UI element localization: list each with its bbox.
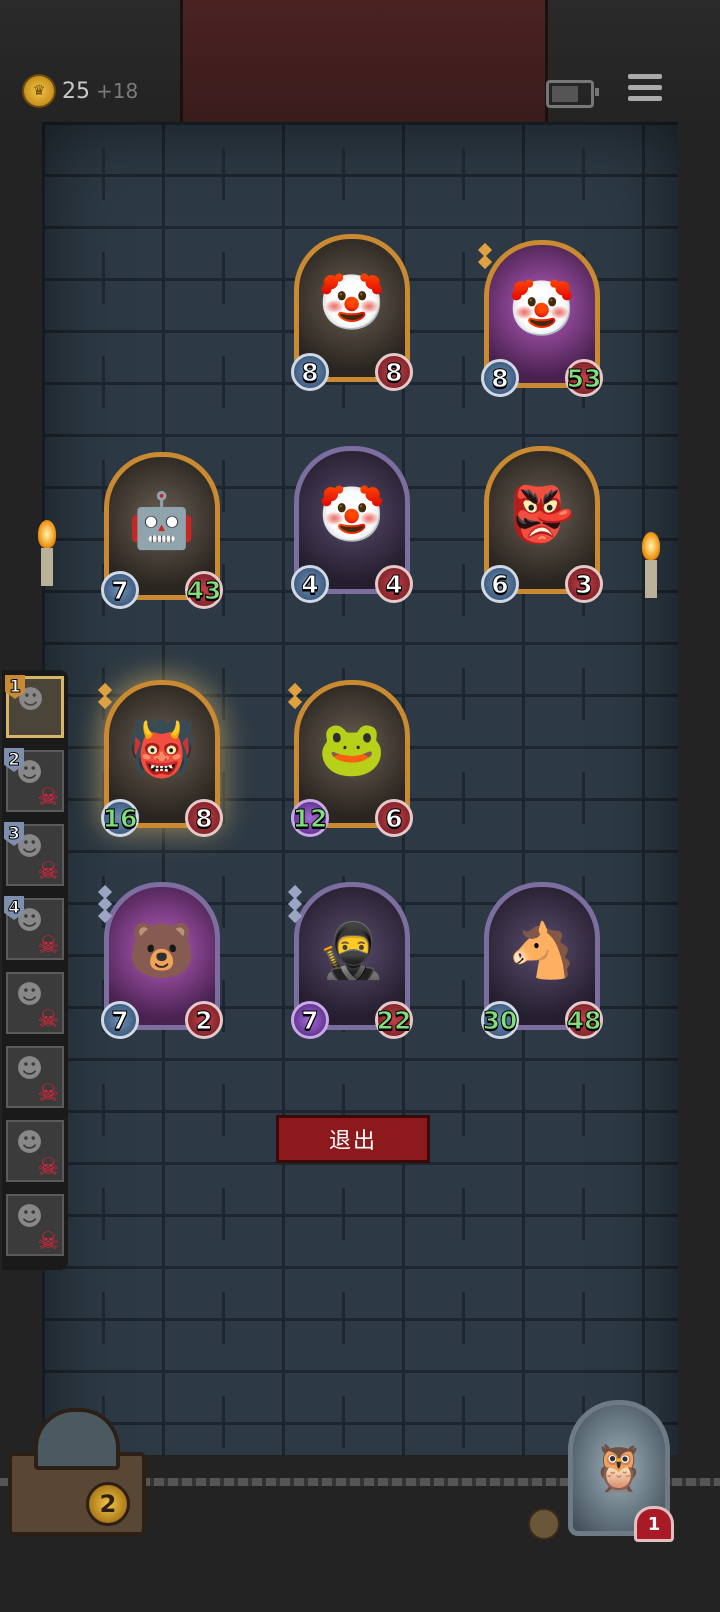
unit-card-frog[interactable]: 🐸 12 6 <box>287 680 413 837</box>
attack-stat: 30 <box>481 1001 519 1039</box>
unit-card-fire-bear[interactable]: 🐻 7 2 <box>97 882 223 1039</box>
skull-icon: ☠ <box>37 931 59 959</box>
skull-icon: ☠ <box>37 1079 59 1107</box>
clown-1-portrait-icon: 🤡 <box>318 271 386 334</box>
torch-right-icon <box>638 532 664 602</box>
exit-button[interactable]: 退出 <box>276 1115 430 1163</box>
health-stat: 43 <box>185 571 223 609</box>
opponent-slot[interactable]: ☻ ☠ <box>6 1194 64 1256</box>
battery-icon <box>546 80 599 108</box>
rank-gems <box>97 884 113 924</box>
torch-left-icon <box>34 520 60 590</box>
health-stat: 6 <box>375 799 413 837</box>
skull-icon: ☠ <box>37 1227 59 1255</box>
clown-2-portrait-icon: 🤡 <box>508 277 576 340</box>
attack-stat: 7 <box>101 1001 139 1039</box>
crown-coin-icon: ♛ <box>22 74 56 108</box>
rank-gems <box>287 884 303 924</box>
opponent-avatar-icon: ☻ <box>16 980 44 1010</box>
opponent-avatar-icon: ☻ <box>16 1128 44 1158</box>
unit-card-horse[interactable]: 🐴 30 48 <box>481 882 603 1039</box>
opponent-slot[interactable]: ☻ ☠ <box>6 972 64 1034</box>
opponent-slot[interactable]: ☻ ☠ <box>6 1046 64 1108</box>
opponent-slot[interactable]: ☻ 3 ☠ <box>4 822 64 886</box>
opponent-slot[interactable]: ☻ 4 ☠ <box>4 896 64 960</box>
rank-gems <box>97 682 113 710</box>
fire-bear-portrait-icon: 🐻 <box>128 919 196 982</box>
opponent-avatar-icon: ☻ <box>16 1202 44 1232</box>
attack-stat: 16 <box>101 799 139 837</box>
attack-stat: 8 <box>291 353 329 391</box>
attack-stat: 7 <box>101 571 139 609</box>
right-pillar <box>675 122 720 1542</box>
coin-display: ♛ 25 +18 <box>22 74 138 108</box>
coin-bonus: +18 <box>96 79 139 103</box>
health-stat: 8 <box>375 353 413 391</box>
beast-portrait-icon: 👹 <box>128 717 196 780</box>
unit-card-clown-3[interactable]: 🤡 4 4 <box>291 446 413 603</box>
robot-portrait-icon: 🤖 <box>128 489 196 552</box>
hero-health-badge: 1 <box>634 1506 674 1542</box>
health-stat: 48 <box>565 1001 603 1039</box>
attack-stat: 12 <box>291 799 329 837</box>
horse-portrait-icon: 🐴 <box>508 919 576 982</box>
health-stat: 4 <box>375 565 413 603</box>
coin-amount: 25 <box>62 78 90 104</box>
health-stat: 8 <box>185 799 223 837</box>
skull-icon: ☠ <box>37 1005 59 1033</box>
top-banner <box>180 0 548 122</box>
attack-stat: 7 <box>291 1001 329 1039</box>
health-stat: 53 <box>565 359 603 397</box>
opponent-slot[interactable]: ☻ 1 <box>5 675 64 738</box>
unit-card-clown-2[interactable]: 🤡 8 53 <box>477 240 603 397</box>
unit-card-masked[interactable]: 👺 6 3 <box>481 446 603 603</box>
skull-icon: ☠ <box>37 857 59 885</box>
chest[interactable]: 2 <box>8 1408 146 1536</box>
frog-portrait-icon: 🐸 <box>318 717 386 780</box>
health-stat: 2 <box>185 1001 223 1039</box>
skull-icon: ☠ <box>37 783 59 811</box>
rank-gems <box>287 682 303 710</box>
chest-lid <box>34 1408 120 1470</box>
attack-stat: 4 <box>291 565 329 603</box>
unit-card-beast[interactable]: 👹 16 8 <box>97 680 223 837</box>
attack-stat: 6 <box>481 565 519 603</box>
health-stat: 22 <box>375 1001 413 1039</box>
unit-card-clown-1[interactable]: 🤡 8 8 <box>291 234 413 391</box>
masked-portrait-icon: 👺 <box>508 483 576 546</box>
opponent-slot[interactable]: ☻ 2 ☠ <box>4 748 64 812</box>
menu-icon[interactable] <box>628 74 662 104</box>
opponent-avatar-icon: ☻ <box>16 1054 44 1084</box>
chest-count-badge: 2 <box>86 1482 130 1526</box>
unit-card-ninja[interactable]: 🥷 7 22 <box>287 882 413 1039</box>
rank-gems <box>477 242 493 270</box>
attack-stat: 8 <box>481 359 519 397</box>
ninja-portrait-icon: 🥷 <box>318 919 386 982</box>
health-stat: 3 <box>565 565 603 603</box>
clown-3-portrait-icon: 🤡 <box>318 483 386 546</box>
skull-icon: ☠ <box>37 1153 59 1181</box>
opponent-slot[interactable]: ☻ ☠ <box>6 1120 64 1182</box>
unit-card-robot[interactable]: 🤖 7 43 <box>101 452 223 609</box>
hero-pin-icon[interactable] <box>528 1508 560 1540</box>
